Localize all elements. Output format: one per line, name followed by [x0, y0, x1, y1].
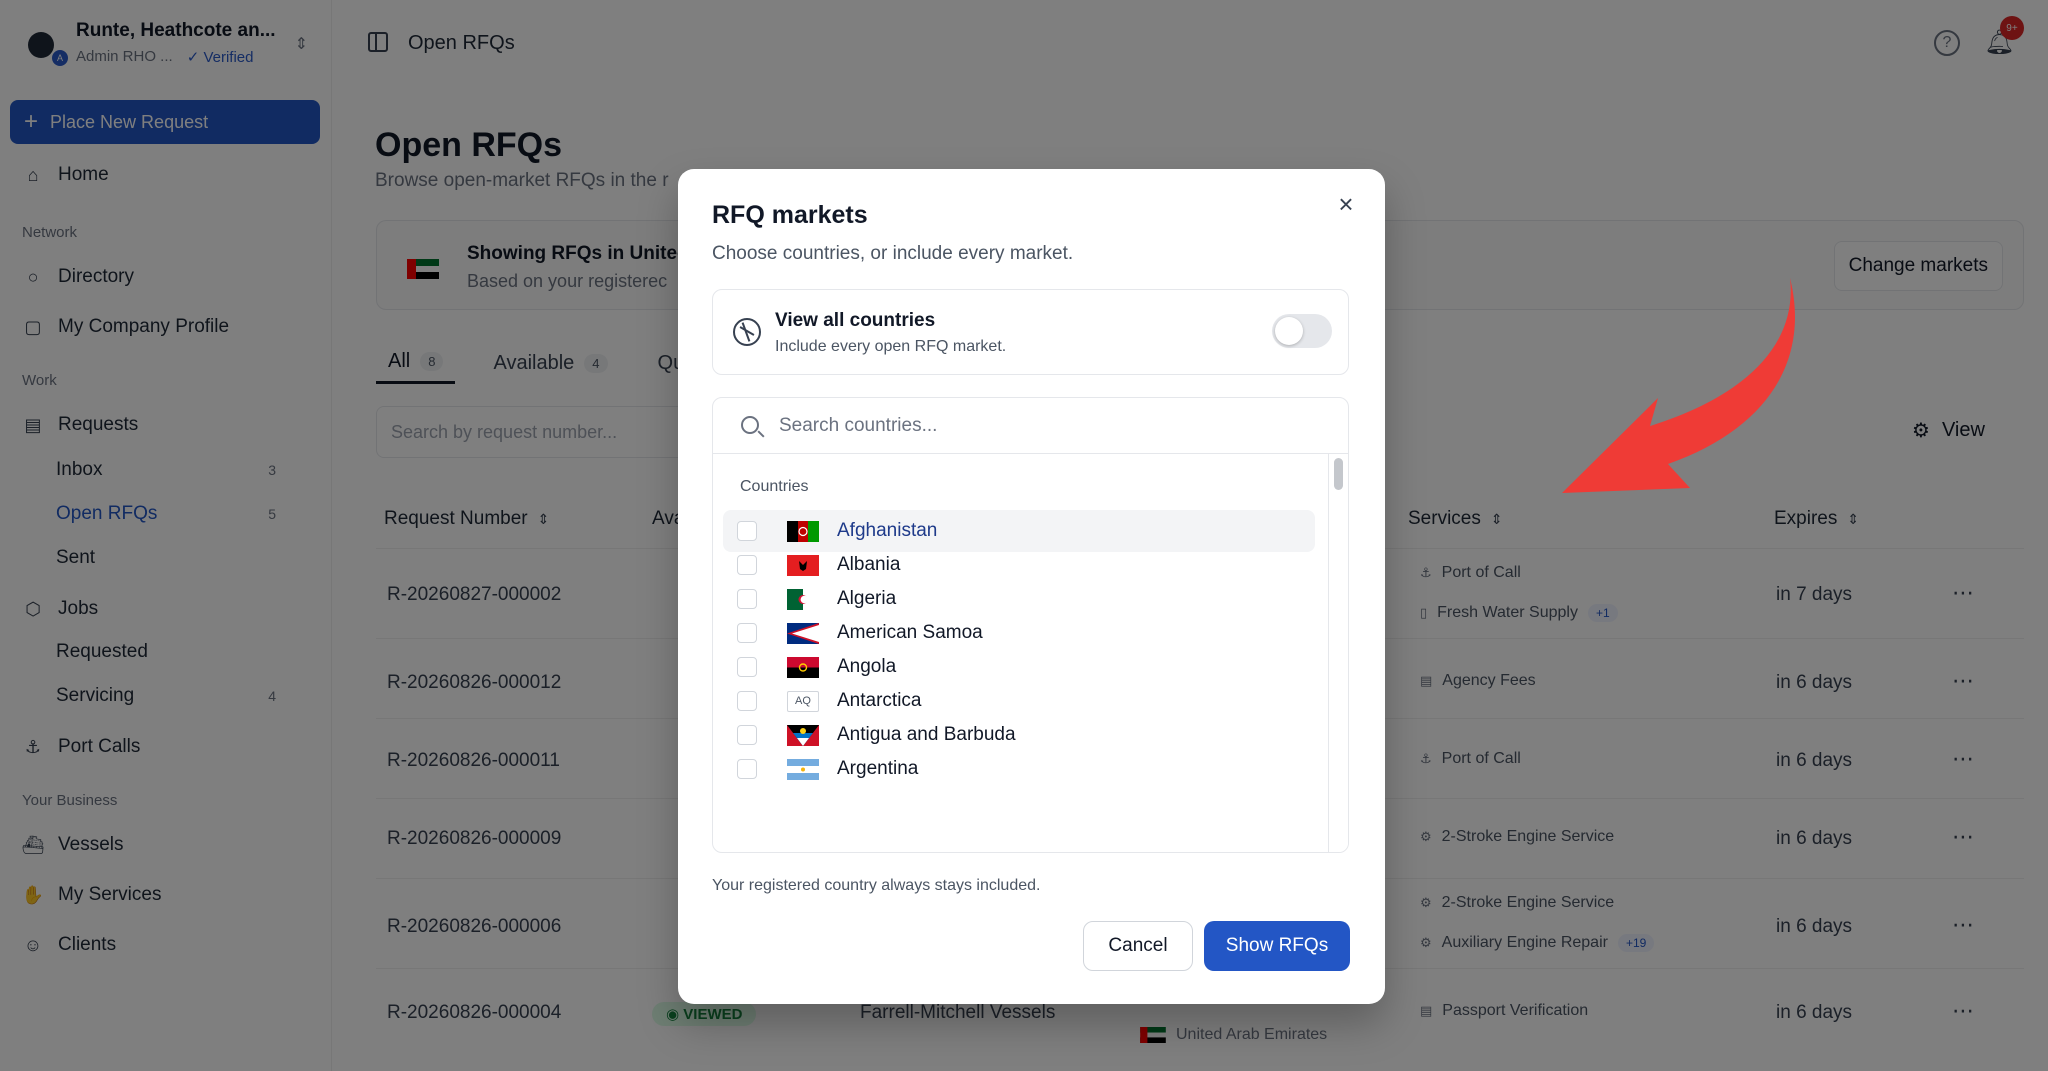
checkbox[interactable]: [737, 555, 757, 575]
dialog-subtitle: Choose countries, or include every marke…: [712, 243, 1074, 264]
view-all-countries-option: View all countries Include every open RF…: [712, 289, 1349, 375]
country-option-argentina[interactable]: Argentina: [723, 748, 1315, 790]
checkbox[interactable]: [737, 589, 757, 609]
cancel-button[interactable]: Cancel: [1083, 921, 1193, 971]
angola-flag-icon: [787, 656, 819, 678]
country-search-row: [713, 398, 1348, 454]
country-list-scrollbar[interactable]: [1328, 454, 1348, 852]
toggle-knob: [1275, 317, 1303, 345]
countries-label: Countries: [740, 478, 809, 495]
rfq-markets-dialog: × RFQ markets Choose countries, or inclu…: [678, 169, 1385, 1004]
globe-icon: [733, 318, 761, 346]
checkbox[interactable]: [737, 623, 757, 643]
antigua-and-barbuda-flag-icon: [787, 724, 819, 746]
checkbox[interactable]: [737, 759, 757, 779]
checkbox[interactable]: [737, 691, 757, 711]
checkbox[interactable]: [737, 521, 757, 541]
antarctica-flag-icon: AQ: [787, 690, 819, 712]
scrollbar-thumb[interactable]: [1334, 458, 1343, 490]
country-search-input[interactable]: [779, 410, 1319, 442]
annotation-arrow: [1562, 278, 1795, 493]
argentina-flag-icon: [787, 758, 819, 780]
country-list-panel: Countries Afghanistan Albania Algeria: [712, 397, 1349, 853]
algeria-flag-icon: [787, 588, 819, 610]
search-icon: [741, 416, 759, 434]
view-all-title: View all countries: [775, 310, 936, 331]
checkbox[interactable]: [737, 725, 757, 745]
dialog-title: RFQ markets: [712, 201, 868, 229]
registered-country-note: Your registered country always stays inc…: [712, 877, 1041, 894]
afghanistan-flag-icon: [787, 520, 819, 542]
checkbox[interactable]: [737, 657, 757, 677]
view-all-toggle[interactable]: [1272, 314, 1332, 348]
show-rfqs-button[interactable]: Show RFQs: [1204, 921, 1350, 971]
american-samoa-flag-icon: [787, 622, 819, 644]
albania-flag-icon: [787, 554, 819, 576]
close-icon[interactable]: ×: [1331, 189, 1361, 219]
view-all-subtitle: Include every open RFQ market.: [775, 338, 1007, 355]
